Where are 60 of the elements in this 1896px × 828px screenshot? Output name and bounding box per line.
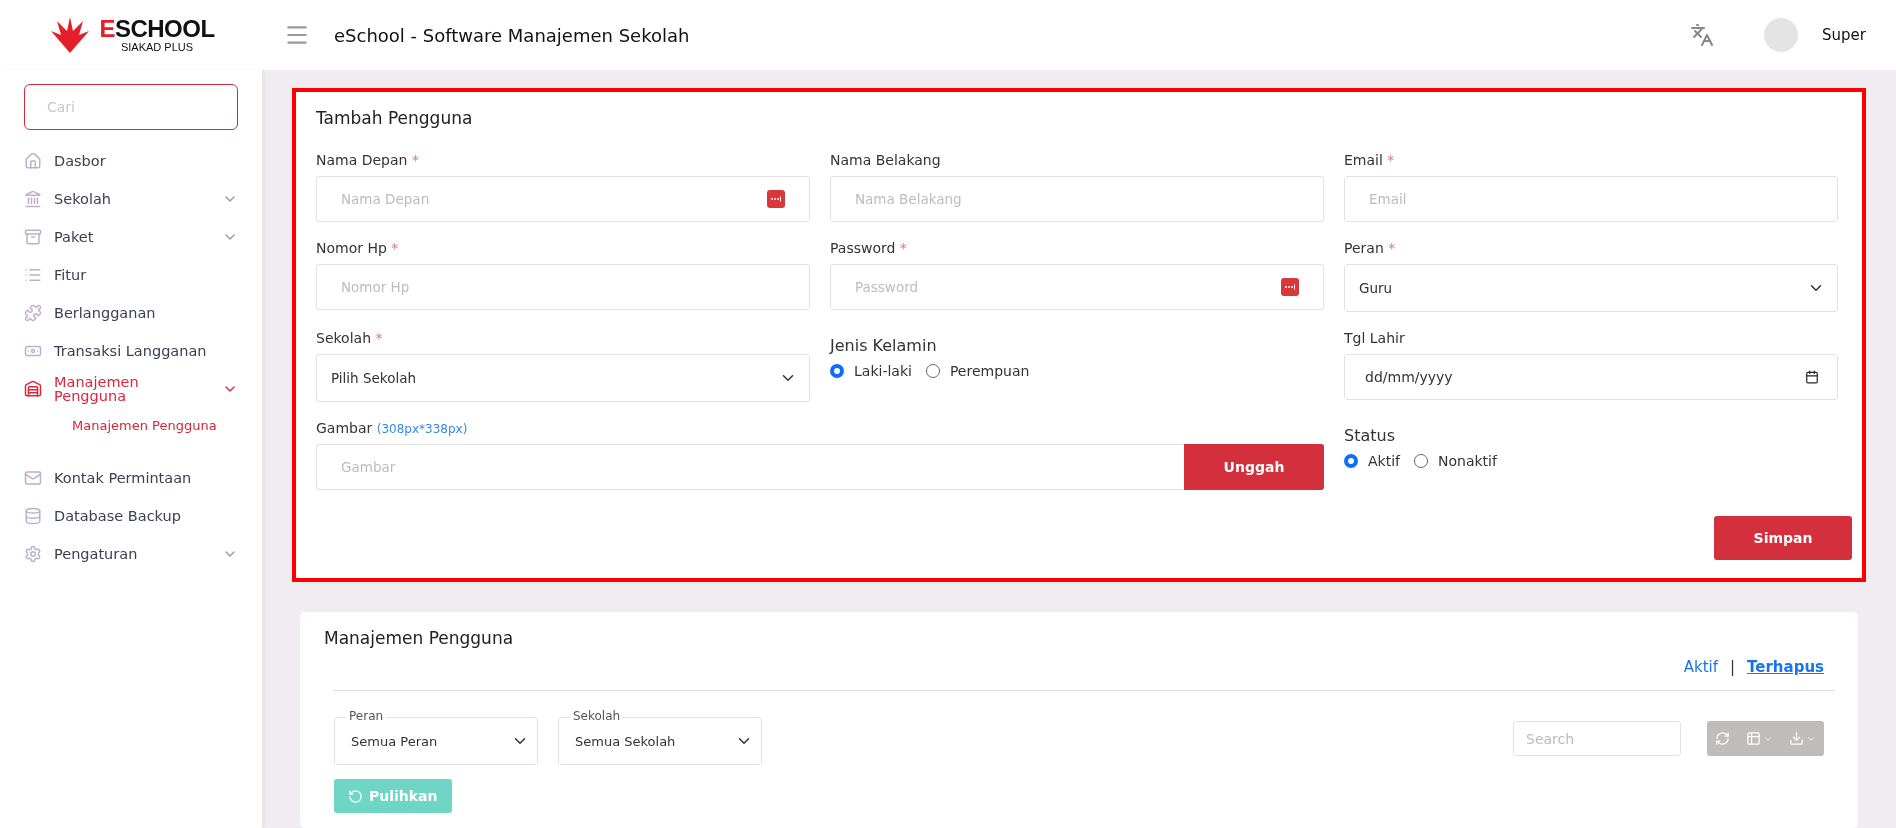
refresh-icon — [1715, 731, 1730, 746]
sidebar-item[interactable]: Transaksi Langganan — [24, 332, 238, 370]
sidebar-item[interactable]: Berlangganan — [24, 294, 238, 332]
field-label: Nomor Hp * — [316, 240, 400, 256]
field-label: Tgl Lahir — [1344, 330, 1406, 346]
sidebar-subitem[interactable]: Manajemen Pengguna — [24, 408, 238, 459]
logo-text: ESCHOOL — [99, 17, 215, 41]
field-label: Nama Depan * — [316, 152, 420, 168]
radio-option[interactable]: Perempuan — [925, 363, 1030, 379]
sidebar-item[interactable]: Manajemen Pengguna — [24, 370, 238, 408]
sidebar-item[interactable]: Paket — [24, 218, 238, 256]
card-title: Manajemen Pengguna — [324, 628, 515, 648]
password-manager-icon[interactable] — [767, 190, 785, 208]
user-name[interactable]: Super — [1822, 26, 1866, 44]
save-button[interactable]: Simpan — [1714, 516, 1852, 560]
field-label: Gambar (308px*338px) — [316, 420, 469, 436]
calendar-icon[interactable] — [1805, 370, 1819, 384]
app-title: eSchool - Software Manajemen Sekolah — [334, 24, 691, 46]
field-label: Peran * — [1344, 240, 1397, 256]
filter-label: Sekolah — [570, 709, 624, 723]
table-icon — [1746, 731, 1761, 746]
language-icon[interactable] — [1690, 23, 1715, 47]
radio-option[interactable]: Aktif — [1344, 453, 1400, 469]
sidebar-item[interactable]: Fitur — [24, 256, 238, 294]
house-icon — [24, 152, 42, 170]
view-link[interactable]: Terhapus — [1747, 658, 1824, 676]
mail-icon — [24, 469, 42, 487]
settings-icon — [24, 545, 42, 563]
view-link[interactable]: Aktif — [1683, 658, 1718, 676]
download-icon — [1789, 731, 1804, 746]
select-field[interactable]: Guru — [1344, 264, 1838, 312]
table-search-field[interactable]: Search — [1513, 721, 1681, 756]
sidebar-item[interactable]: Dasbor — [24, 142, 238, 180]
date-field[interactable]: dd/mm/yyyy — [1344, 354, 1838, 400]
sidebar-item[interactable]: Kontak Permintaan — [24, 459, 238, 497]
password-manager-icon[interactable] — [1281, 278, 1299, 296]
sidebar-item[interactable]: Sekolah — [24, 180, 238, 218]
list-icon — [24, 266, 42, 284]
select-field[interactable]: Pilih Sekolah — [316, 354, 810, 402]
separator-text: | — [1729, 658, 1736, 676]
field-label: Password * — [830, 240, 908, 256]
undo-icon — [348, 788, 363, 804]
card-title: Tambah Pengguna — [316, 108, 474, 128]
database-icon — [24, 507, 42, 525]
sidebar-item[interactable]: Database Backup — [24, 497, 238, 535]
logo-subtitle: SIAKAD PLUS — [120, 42, 194, 53]
field-label: Nama Belakang — [830, 152, 942, 168]
field-label: Status — [1344, 426, 1396, 445]
sidebar-item[interactable]: Pengaturan — [24, 535, 238, 573]
field-label: Sekolah * — [316, 330, 384, 346]
puzzle-icon — [24, 304, 42, 322]
field-label: Jenis Kelamin — [830, 336, 938, 355]
building-icon — [24, 380, 42, 398]
field-label: Email * — [1344, 152, 1396, 168]
archive-box-icon — [24, 228, 42, 246]
radio-option[interactable]: Nonaktif — [1414, 453, 1497, 469]
upload-button[interactable]: Unggah — [1184, 444, 1324, 490]
radio-option[interactable]: Laki-laki — [830, 363, 912, 379]
filter-label: Peran — [346, 709, 387, 723]
bank-building-icon — [24, 190, 42, 208]
